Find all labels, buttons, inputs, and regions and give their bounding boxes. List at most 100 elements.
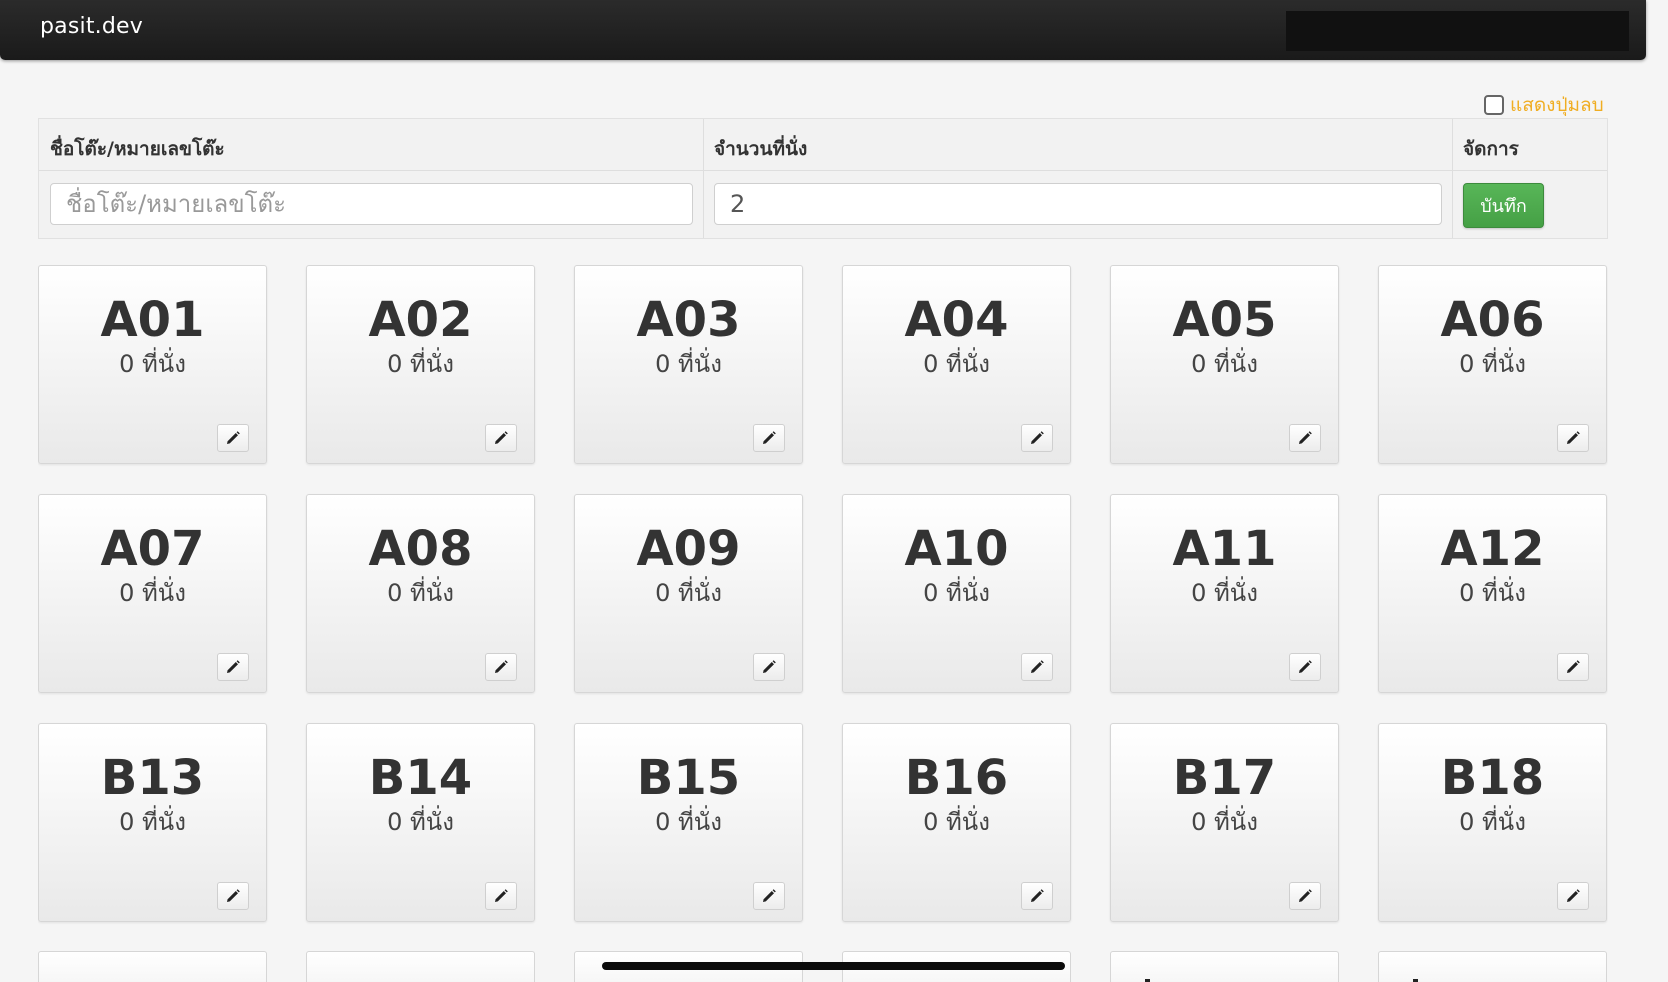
table-name: A04 — [904, 292, 1009, 348]
table-card[interactable]: B17 0 ที่นั่ง — [1110, 723, 1339, 922]
save-button[interactable]: บันทึก — [1463, 183, 1544, 228]
table-grid: A01 0 ที่นั่ง A02 0 ที่นั่ง A03 0 ที่นั่… — [38, 265, 1608, 982]
column-divider — [1452, 171, 1453, 238]
edit-button[interactable] — [1289, 653, 1321, 681]
table-card[interactable]: A12 0 ที่นั่ง — [1378, 494, 1607, 693]
pencil-icon — [1567, 660, 1580, 673]
edit-button[interactable] — [485, 882, 517, 910]
seat-count-header: จำนวนที่นั่ง — [714, 138, 808, 160]
pencil-icon — [763, 431, 776, 444]
table-name: A06 — [1440, 292, 1545, 348]
edit-button[interactable] — [1021, 653, 1053, 681]
table-name: A12 — [1440, 521, 1545, 577]
table-name: B16 — [904, 750, 1009, 806]
table-card[interactable]: A02 0 ที่นั่ง — [306, 265, 535, 464]
table-card-partial[interactable] — [1110, 951, 1339, 982]
table-card[interactable]: B13 0 ที่นั่ง — [38, 723, 267, 922]
edit-button[interactable] — [753, 882, 785, 910]
pencil-icon — [1567, 431, 1580, 444]
edit-button[interactable] — [217, 882, 249, 910]
table-card[interactable]: B15 0 ที่นั่ง — [574, 723, 803, 922]
edit-button[interactable] — [1289, 882, 1321, 910]
table-card[interactable]: A08 0 ที่นั่ง — [306, 494, 535, 693]
edit-button[interactable] — [217, 653, 249, 681]
pencil-icon — [763, 889, 776, 902]
column-divider — [703, 171, 704, 238]
table-card[interactable]: A05 0 ที่นั่ง — [1110, 265, 1339, 464]
pencil-icon — [763, 660, 776, 673]
edit-button[interactable] — [1021, 424, 1053, 452]
pencil-icon — [227, 660, 240, 673]
table-card[interactable]: A03 0 ที่นั่ง — [574, 265, 803, 464]
edit-button[interactable] — [1289, 424, 1321, 452]
table-name: A09 — [636, 521, 741, 577]
table-seat-count: 0 ที่นั่ง — [1191, 807, 1258, 836]
table-card[interactable]: A11 0 ที่นั่ง — [1110, 494, 1339, 693]
edit-button[interactable] — [1021, 882, 1053, 910]
home-indicator — [602, 962, 1065, 970]
table-seat-count: 0 ที่นั่ง — [387, 807, 454, 836]
table-card[interactable]: B14 0 ที่นั่ง — [306, 723, 535, 922]
form-header-row: ชื่อโต๊ะ/หมายเลขโต๊ะ จำนวนที่นั่ง จัดการ — [39, 119, 1607, 171]
table-card-partial[interactable] — [306, 951, 535, 982]
table-name: A10 — [904, 521, 1009, 577]
table-card[interactable]: B16 0 ที่นั่ง — [842, 723, 1071, 922]
table-name: A05 — [1172, 292, 1277, 348]
pencil-icon — [495, 889, 508, 902]
table-seat-count: 0 ที่นั่ง — [1191, 349, 1258, 378]
table-card[interactable]: A06 0 ที่นั่ง — [1378, 265, 1607, 464]
redacted-nav-area — [1286, 11, 1629, 51]
table-name: A11 — [1172, 521, 1277, 577]
table-seat-count: 0 ที่นั่ง — [1459, 807, 1526, 836]
pencil-icon — [495, 431, 508, 444]
table-seat-count: 0 ที่นั่ง — [655, 578, 722, 607]
table-seat-count: 0 ที่นั่ง — [119, 349, 186, 378]
table-card[interactable]: A01 0 ที่นั่ง — [38, 265, 267, 464]
table-seat-count: 0 ที่นั่ง — [119, 578, 186, 607]
edit-button[interactable] — [485, 653, 517, 681]
edit-button[interactable] — [217, 424, 249, 452]
pencil-icon — [1567, 889, 1580, 902]
table-seat-count: 0 ที่นั่ง — [119, 807, 186, 836]
show-delete-toggle[interactable]: แสดงปุ่มลบ — [1484, 90, 1604, 120]
table-name: A08 — [368, 521, 473, 577]
table-card[interactable]: A07 0 ที่นั่ง — [38, 494, 267, 693]
table-name: A07 — [100, 521, 205, 577]
table-card-partial[interactable] — [38, 951, 267, 982]
edit-button[interactable] — [1557, 653, 1589, 681]
pencil-icon — [1031, 431, 1044, 444]
table-name: B18 — [1440, 750, 1545, 806]
table-seat-count: 0 ที่นั่ง — [1459, 578, 1526, 607]
table-card[interactable]: A10 0 ที่นั่ง — [842, 494, 1071, 693]
show-delete-label: แสดงปุ่มลบ — [1510, 94, 1604, 116]
table-card[interactable]: A04 0 ที่นั่ง — [842, 265, 1071, 464]
pencil-icon — [495, 660, 508, 673]
table-seat-count: 0 ที่นั่ง — [923, 807, 990, 836]
table-card[interactable]: B18 0 ที่นั่ง — [1378, 723, 1607, 922]
pencil-icon — [227, 889, 240, 902]
form-input-row: บันทึก — [39, 171, 1607, 238]
table-seat-count: 0 ที่นั่ง — [923, 349, 990, 378]
edit-button[interactable] — [1557, 424, 1589, 452]
brand-title[interactable]: pasit.dev — [40, 14, 143, 39]
table-seat-count: 0 ที่นั่ง — [387, 349, 454, 378]
table-name-header: ชื่อโต๊ะ/หมายเลขโต๊ะ — [50, 138, 225, 160]
table-name: A01 — [100, 292, 205, 348]
edit-button[interactable] — [753, 653, 785, 681]
edit-button[interactable] — [1557, 882, 1589, 910]
pencil-icon — [227, 431, 240, 444]
edit-button[interactable] — [753, 424, 785, 452]
table-name-input[interactable] — [50, 183, 693, 225]
table-name: B13 — [100, 750, 205, 806]
seat-count-input[interactable] — [714, 183, 1442, 225]
table-name: A02 — [368, 292, 473, 348]
table-card-partial[interactable] — [1378, 951, 1607, 982]
pencil-icon — [1031, 889, 1044, 902]
table-card[interactable]: A09 0 ที่นั่ง — [574, 494, 803, 693]
table-name: B17 — [1172, 750, 1277, 806]
pencil-icon — [1031, 660, 1044, 673]
edit-button[interactable] — [485, 424, 517, 452]
checkbox-icon[interactable] — [1484, 95, 1504, 115]
top-navbar: pasit.dev — [0, 0, 1646, 60]
column-divider — [1452, 119, 1453, 170]
